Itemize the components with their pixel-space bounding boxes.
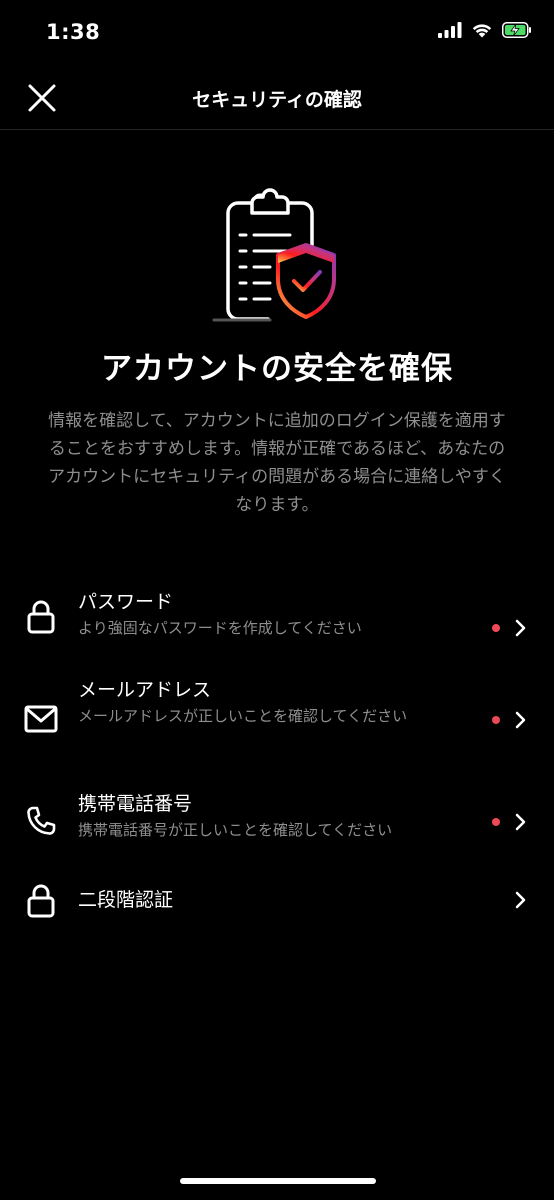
chevron-right-icon	[515, 619, 526, 637]
lock-icon	[22, 598, 60, 636]
chevron-right-icon	[515, 891, 526, 909]
mail-icon	[22, 700, 60, 738]
hero-description: 情報を確認して、アカウントに追加のログイン保護を適用することをおすすめします。情…	[48, 411, 506, 515]
clipboard-shield-check-icon	[210, 183, 350, 325]
two-factor-label: 二段階認証	[78, 889, 174, 911]
phone-label: 携帯電話番号	[78, 793, 193, 815]
page-title: セキュリティの確認	[192, 89, 362, 111]
password-item[interactable]: パスワード より強固なパスワードを作成してください	[0, 590, 554, 652]
password-subtitle: より強固なパスワードを作成してください	[78, 619, 362, 637]
phone-subtitle: 携帯電話番号が正しいことを確認してください	[78, 821, 393, 839]
email-subtitle: メールアドレスが正しいことを確認してください	[78, 707, 408, 725]
chevron-right-icon	[515, 711, 526, 729]
home-indicator	[180, 1178, 376, 1184]
wifi-icon	[472, 24, 492, 38]
phone-item[interactable]: 携帯電話番号 携帯電話番号が正しいことを確認してください	[0, 792, 554, 854]
two-factor-item[interactable]: 二段階認証	[0, 880, 554, 924]
status-icons	[438, 22, 532, 38]
battery-charging-icon	[502, 22, 531, 38]
lock-icon	[22, 882, 60, 920]
chevron-right-icon	[515, 813, 526, 831]
alert-dot	[492, 624, 500, 632]
phone-icon	[22, 802, 60, 840]
password-label: パスワード	[78, 591, 174, 613]
email-item[interactable]: メールアドレス メールアドレスが正しいことを確認してください	[0, 678, 554, 758]
cellular-signal-icon	[438, 22, 462, 38]
hero-title: アカウントの安全を確保	[101, 351, 453, 387]
status-time: 1:38	[46, 20, 101, 44]
status-bar: 1:38	[0, 0, 554, 68]
alert-dot	[492, 818, 500, 826]
email-label: メールアドレス	[78, 679, 212, 701]
nav-bar: セキュリティの確認	[0, 68, 554, 130]
alert-dot	[492, 716, 500, 724]
